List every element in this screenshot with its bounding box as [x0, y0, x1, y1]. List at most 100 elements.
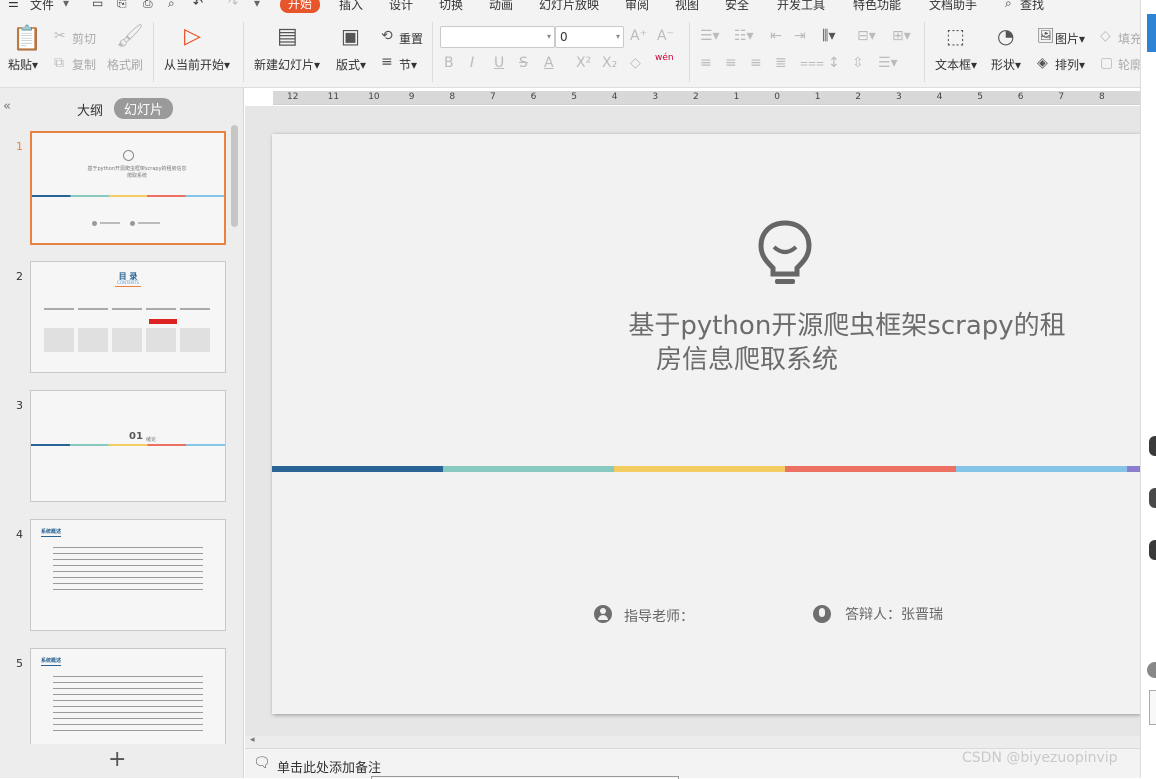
slide-thumbnail-3[interactable]: 01 绪论: [30, 390, 226, 502]
align-text-icon[interactable]: ⊞▾: [892, 29, 911, 43]
avatar[interactable]: [1149, 436, 1156, 456]
section-icon[interactable]: ≡: [381, 55, 393, 69]
slide-thumbnail-2[interactable]: 目 录 CONTENTS: [30, 261, 226, 373]
advisor-label[interactable]: 指导老师：: [624, 606, 694, 626]
tab-features[interactable]: 特色功能: [853, 0, 901, 13]
copy-button[interactable]: 复制: [72, 56, 96, 73]
textbox-button[interactable]: 文本框▾: [935, 56, 977, 73]
reset-icon[interactable]: ⟲: [381, 29, 393, 43]
increase-font-icon[interactable]: A⁺: [630, 29, 647, 43]
font-color-icon[interactable]: A: [544, 56, 554, 70]
avatar[interactable]: [1149, 540, 1156, 560]
tab-slides[interactable]: 幻灯片: [114, 98, 174, 119]
tab-outline[interactable]: 大纲: [77, 100, 103, 119]
picture-icon[interactable]: 🖼: [1037, 29, 1055, 43]
tab-transition[interactable]: 切换: [439, 0, 463, 13]
paste-button[interactable]: 粘贴▾: [8, 56, 38, 73]
tab-slideshow[interactable]: 幻灯片放映: [539, 0, 599, 13]
tab-review[interactable]: 审阅: [625, 0, 649, 13]
more-arrow-icon[interactable]: ▾: [254, 0, 260, 10]
paste-icon[interactable]: 📋: [12, 26, 42, 50]
panel-scrollbar[interactable]: [231, 125, 238, 227]
add-slide-button[interactable]: +: [108, 747, 126, 772]
play-from-current-button[interactable]: 从当前开始▾: [164, 56, 230, 73]
outline-button[interactable]: 轮廓: [1118, 56, 1142, 73]
format-painter-button[interactable]: 格式刷: [107, 56, 143, 73]
redo-icon[interactable]: ↷: [228, 0, 238, 10]
horizontal-scrollbar[interactable]: ◂: [245, 735, 1140, 748]
play-icon[interactable]: ▷: [184, 26, 201, 48]
tab-design[interactable]: 设计: [389, 0, 413, 13]
presenter-label[interactable]: 答辩人：张晋瑞: [845, 604, 943, 624]
cut-icon[interactable]: ✂: [54, 29, 66, 43]
new-slide-icon[interactable]: ▤: [277, 26, 298, 48]
help-icon[interactable]: [1147, 662, 1156, 678]
bullet-list-icon[interactable]: ☰▾: [700, 29, 720, 43]
hamburger-icon[interactable]: ☰: [8, 0, 19, 10]
decrease-indent-icon[interactable]: ⇤: [770, 29, 782, 43]
line-spacing-icon[interactable]: ↕: [828, 56, 840, 70]
save-icon[interactable]: ▭: [92, 0, 103, 10]
undo-icon[interactable]: ↶: [193, 0, 203, 10]
format-painter-icon[interactable]: 🖌: [116, 26, 144, 48]
cut-button[interactable]: 剪切: [72, 30, 96, 47]
subscript-icon[interactable]: X₂: [602, 56, 617, 70]
columns-icon[interactable]: ⫼▾: [822, 29, 835, 43]
shape-icon[interactable]: ◔: [997, 26, 1014, 46]
tab-insert[interactable]: 插入: [339, 0, 363, 13]
picture-button[interactable]: 图片▾: [1055, 30, 1085, 47]
superscript-icon[interactable]: X²: [576, 56, 591, 70]
print-icon[interactable]: ⎙: [143, 0, 153, 11]
fill-button[interactable]: 填充: [1118, 30, 1142, 47]
distribute-icon[interactable]: ⩶: [800, 56, 824, 70]
shape-button[interactable]: 形状▾: [991, 56, 1021, 73]
menu-file[interactable]: 文件: [30, 0, 54, 13]
align-right-icon[interactable]: ≡: [750, 56, 762, 70]
tab-security[interactable]: 安全: [725, 0, 749, 13]
arrange-button[interactable]: 排列▾: [1055, 56, 1085, 73]
side-widget[interactable]: [1149, 690, 1156, 725]
tab-developer[interactable]: 开发工具: [777, 0, 825, 13]
paragraph-settings-icon[interactable]: ☰▾: [878, 56, 898, 70]
outline-icon[interactable]: ▢: [1100, 56, 1113, 70]
search-icon[interactable]: ⌕: [1005, 0, 1012, 11]
side-panel-tab[interactable]: [1147, 14, 1156, 52]
tab-view[interactable]: 视图: [675, 0, 699, 13]
arrange-icon[interactable]: ◈: [1037, 56, 1048, 70]
align-left-icon[interactable]: ≡: [700, 56, 712, 70]
slide-thumbnail-1[interactable]: 基于python开源爬虫框架scrapy的租房信息爬取系统: [30, 131, 226, 245]
avatar[interactable]: [1149, 488, 1156, 508]
underline-icon[interactable]: U: [494, 56, 504, 70]
layout-icon[interactable]: ▣: [341, 26, 360, 46]
pinyin-guide-icon[interactable]: wén: [655, 54, 674, 63]
justify-icon[interactable]: ≣: [775, 56, 787, 70]
paragraph-spacing-icon[interactable]: ⇳: [852, 56, 864, 70]
new-slide-button[interactable]: 新建幻灯片▾: [254, 56, 320, 73]
notes-placeholder[interactable]: 单击此处添加备注: [277, 757, 381, 776]
tab-animation[interactable]: 动画: [489, 0, 513, 13]
search-label[interactable]: 查找: [1020, 0, 1044, 13]
text-direction-icon[interactable]: ⊟▾: [857, 29, 876, 43]
font-name-select[interactable]: ▾: [440, 26, 555, 48]
textbox-icon[interactable]: ⬚: [946, 26, 965, 46]
current-slide[interactable]: 基于python开源爬虫框架scrapy的租 房信息爬取系统 指导老师： 答辩人…: [272, 134, 1140, 714]
layout-button[interactable]: 版式▾: [336, 56, 366, 73]
decrease-font-icon[interactable]: A⁻: [657, 29, 674, 43]
clear-format-icon[interactable]: ◇: [630, 56, 641, 70]
bold-icon[interactable]: B: [444, 56, 454, 70]
fill-icon[interactable]: ◇: [1100, 29, 1111, 43]
dropdown-arrow-icon[interactable]: ▾: [63, 0, 69, 10]
collapse-panel-icon[interactable]: «: [3, 99, 11, 114]
reset-button[interactable]: 重置: [399, 30, 423, 47]
italic-icon[interactable]: I: [470, 56, 474, 70]
numbered-list-icon[interactable]: ☷▾: [734, 29, 754, 43]
increase-indent-icon[interactable]: ⇥: [794, 29, 806, 43]
copy-icon[interactable]: ⧉: [54, 56, 64, 70]
font-size-select[interactable]: 0 ▾: [555, 26, 624, 48]
strikethrough-icon[interactable]: S: [519, 56, 528, 70]
slide-thumbnail-5[interactable]: 系统概述: [30, 648, 226, 744]
slide-thumbnail-4[interactable]: 系统概述: [30, 519, 226, 631]
align-center-icon[interactable]: ≡: [725, 56, 737, 70]
scroll-left-icon[interactable]: ◂: [250, 735, 255, 745]
preview-icon[interactable]: ⌕: [168, 0, 175, 11]
